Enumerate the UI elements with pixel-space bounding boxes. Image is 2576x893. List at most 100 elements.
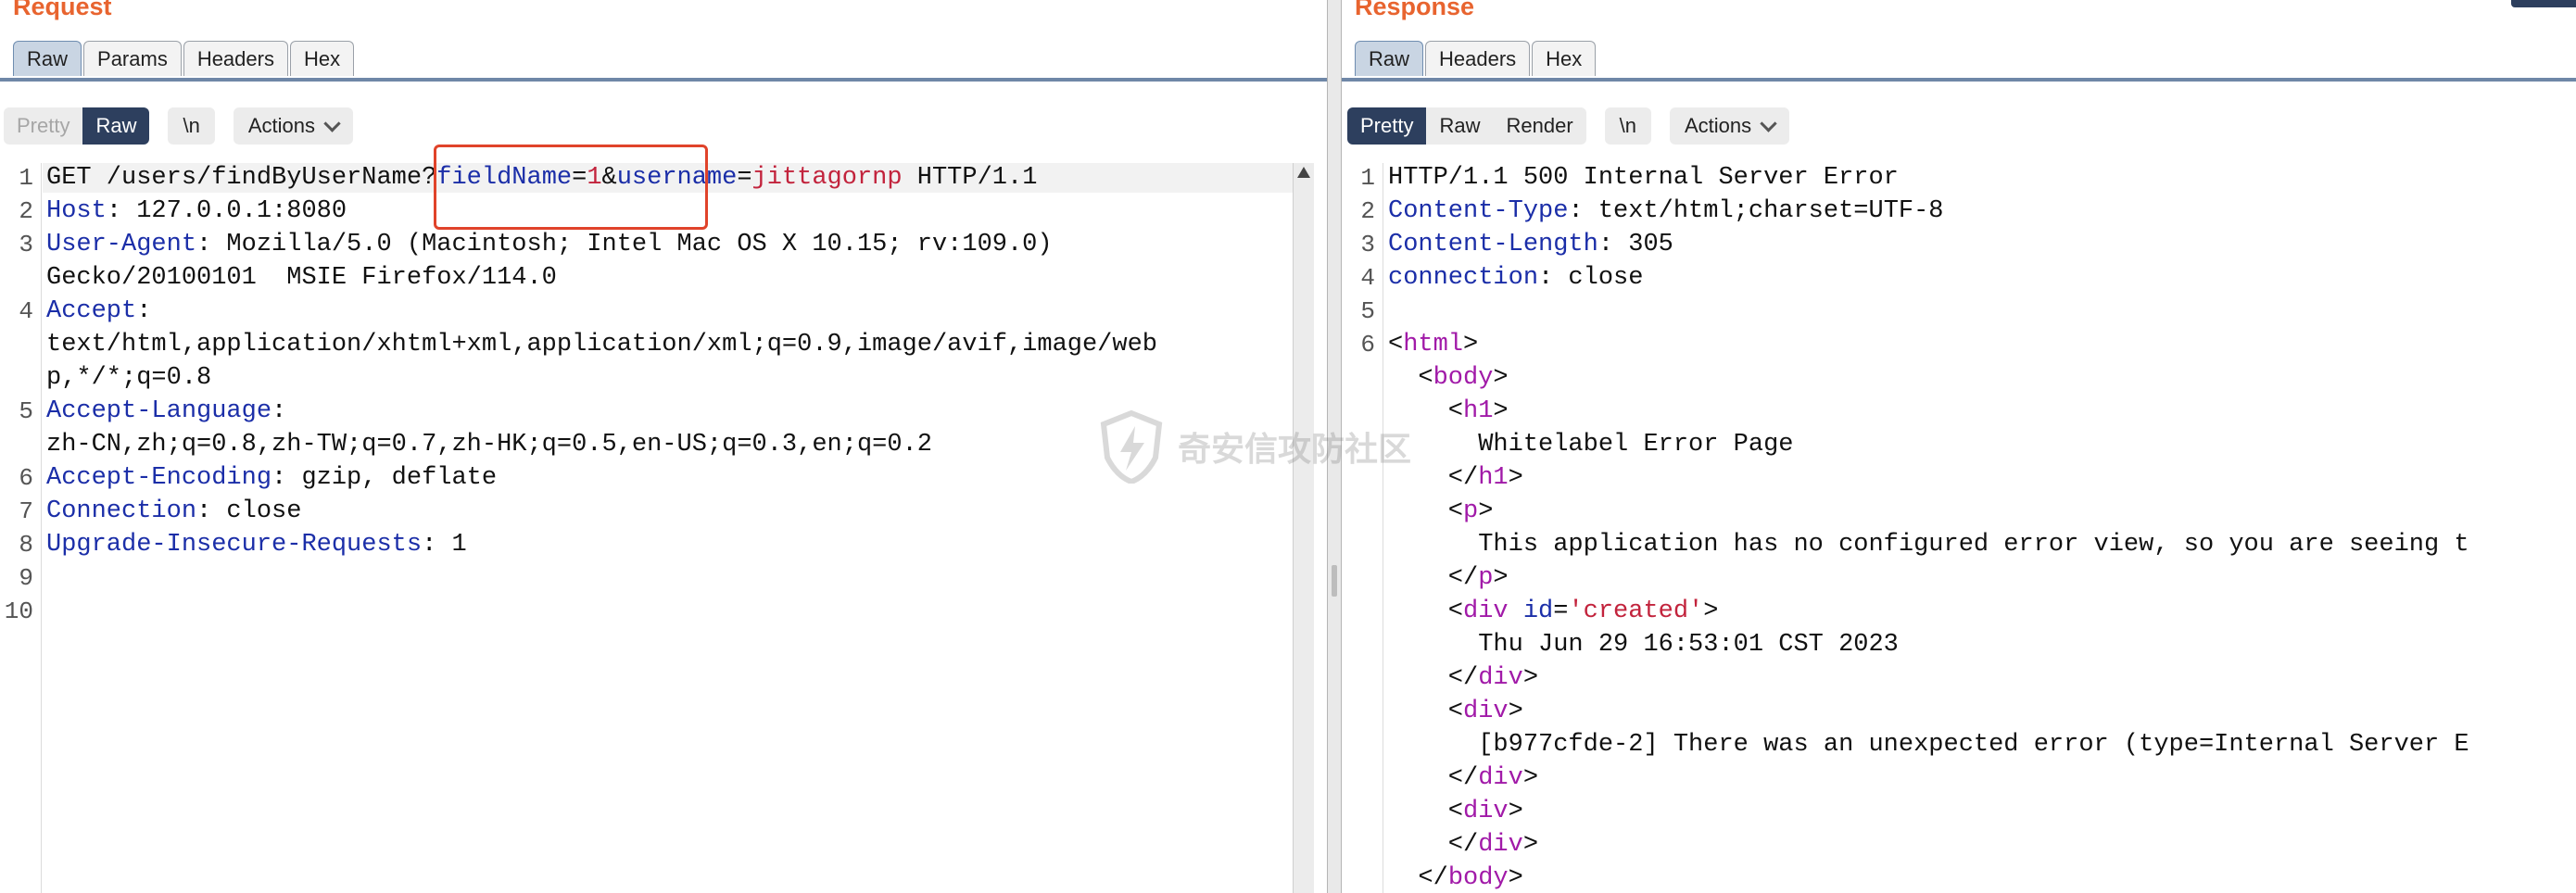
code-token: </ [1388, 864, 1448, 892]
response-editor[interactable]: 1 HTTP/1.1 500 Internal Server Error 2 Cont… [1342, 163, 2576, 893]
code-token: > [1703, 597, 1719, 625]
code-token: > [1522, 764, 1539, 792]
code-token: </ [1388, 764, 1479, 792]
tab-raw[interactable]: Raw [13, 41, 82, 76]
code-token: : close [196, 497, 302, 525]
line-number [0, 430, 33, 459]
line-number: 6 [19, 464, 33, 492]
code-line: </div> [1388, 663, 1538, 693]
newline-toggle-button[interactable]: \n [168, 107, 215, 145]
code-token: Accept [46, 297, 137, 325]
code-token: > [1522, 664, 1539, 692]
code-token: = [737, 164, 752, 192]
actions-button[interactable]: Actions [233, 107, 353, 145]
line-number: 7 [19, 497, 33, 525]
line-number [1342, 363, 1375, 393]
code-token: p,*/*;q=0.8 [46, 364, 212, 392]
code-line: Upgrade-Insecure-Requests: 1 [46, 530, 467, 560]
code-token: This application has no configured error… [1388, 531, 2469, 559]
code-token: > [1508, 798, 1523, 825]
code-token: User-Agent [46, 231, 197, 258]
code-token: > [1493, 564, 1509, 592]
line-number: 5 [1360, 297, 1375, 325]
code-token: > [1493, 364, 1509, 392]
response-toolbar: Pretty Raw Render \n Actions [1347, 107, 1790, 145]
code-line: Accept: [46, 296, 151, 326]
line-number [1342, 763, 1375, 793]
code-line: Host: 127.0.0.1:8080 [46, 196, 347, 226]
line-number: 3 [19, 231, 33, 258]
code-token: : text/html;charset=UTF-8 [1568, 197, 1944, 225]
code-token: : [271, 397, 287, 425]
code-line: <div> [1388, 697, 1523, 726]
code-line: </div> [1388, 830, 1538, 860]
code-line: text/html,application/xhtml+xml,applicat… [46, 330, 1157, 359]
code-token: div [1463, 597, 1509, 625]
code-token: GET /users/findByUserName? [46, 164, 437, 192]
corner-indicator [2511, 0, 2576, 7]
code-token: Content-Type [1388, 197, 1569, 225]
code-token: body [1447, 864, 1509, 892]
code-token: : Mozilla/5.0 (Macintosh; Intel Mac OS X… [196, 231, 1053, 258]
chevron-down-icon [323, 114, 341, 132]
code-token: = [1553, 597, 1569, 625]
code-line: </p> [1388, 563, 1509, 593]
line-number: 9 [19, 564, 33, 592]
code-token: 'created' [1568, 597, 1704, 625]
code-token: jittagornp [751, 164, 903, 192]
splitter-grip[interactable] [1332, 565, 1337, 597]
code-token: > [1493, 397, 1509, 425]
newline-toggle-button[interactable]: \n [1604, 107, 1651, 145]
actions-label: Actions [1685, 114, 1752, 137]
raw-button[interactable]: Raw [82, 107, 150, 145]
request-editor[interactable]: 1 GET /users/findByUserName?fieldName=1&u… [0, 163, 1327, 893]
code-line: </body> [1388, 863, 1522, 893]
code-line: HTTP/1.1 500 Internal Server Error [1388, 163, 1899, 193]
code-token: : 305 [1597, 231, 1673, 258]
code-token: Accept-Encoding [46, 464, 272, 492]
actions-button[interactable]: Actions [1670, 107, 1790, 145]
code-token: < [1388, 364, 1433, 392]
tab-hex[interactable]: Hex [289, 41, 355, 76]
code-line: Accept-Language: [46, 396, 286, 426]
code-token: text/html,application/xhtml+xml,applicat… [46, 331, 1157, 358]
pretty-button[interactable]: Pretty [1347, 107, 1427, 145]
pretty-button[interactable]: Pretty [4, 107, 82, 145]
code-token: > [1508, 464, 1523, 492]
code-line: zh-CN,zh;q=0.8,zh-TW;q=0.7,zh-HK;q=0.5,e… [46, 430, 932, 459]
request-tabs: Raw Params Headers Hex [13, 41, 356, 76]
tab-headers[interactable]: Headers [1425, 41, 1531, 76]
code-token: : gzip, deflate [271, 464, 498, 492]
code-token: Connection [46, 497, 197, 525]
request-scrollbar[interactable] [1293, 163, 1314, 893]
line-number: 10 [4, 597, 33, 625]
request-toolbar: Pretty Raw \n Actions [4, 107, 353, 145]
raw-button[interactable]: Raw [1426, 107, 1493, 145]
code-token: HTTP/1.1 [902, 164, 1038, 192]
code-token: div [1478, 831, 1523, 859]
code-token: div [1478, 664, 1523, 692]
tab-params[interactable]: Params [83, 41, 182, 76]
tab-headers[interactable]: Headers [183, 41, 288, 76]
tab-raw[interactable]: Raw [1355, 41, 1424, 76]
response-pane: Response Raw Headers Hex Pretty Raw Rend… [1342, 0, 2576, 893]
gutter-divider [41, 163, 42, 893]
line-number [1342, 597, 1375, 626]
code-token: HTTP/1.1 500 Internal Server Error [1388, 164, 1899, 192]
code-line: Whitelabel Error Page [1388, 430, 1793, 459]
line-number [1342, 497, 1375, 526]
scroll-up-icon[interactable] [1297, 167, 1310, 178]
render-button[interactable]: Render [1493, 107, 1585, 145]
line-number [0, 330, 33, 359]
line-number [1342, 797, 1375, 826]
tab-hex[interactable]: Hex [1532, 41, 1597, 76]
code-token: < [1388, 798, 1464, 825]
code-token: Host [46, 197, 107, 225]
code-line: Gecko/20100101 MSIE Firefox/114.0 [46, 263, 557, 293]
code-token: html [1403, 331, 1464, 358]
line-number [1342, 530, 1375, 560]
code-token: div [1478, 764, 1523, 792]
line-number: 5 [19, 397, 33, 425]
code-line: <p> [1388, 497, 1494, 526]
